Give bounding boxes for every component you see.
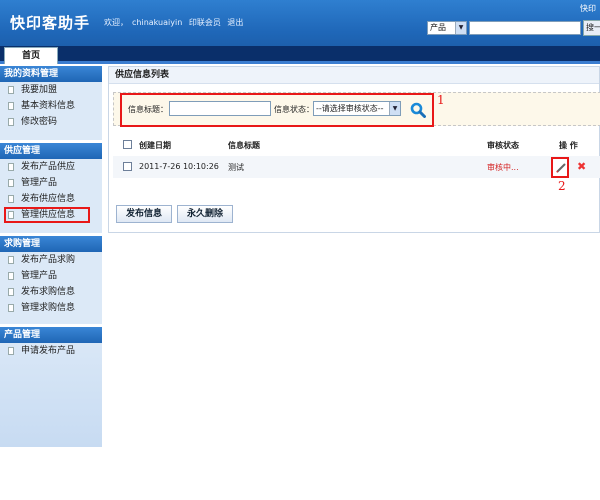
tab-bar: 首页 (0, 46, 600, 64)
table-header: 创建日期 信息标题 审核状态 操 作 (113, 137, 600, 153)
sidebar-section-profile: 我的资料管理 我要加盟 基本资料信息 修改密码 (0, 66, 102, 140)
column-header-created: 创建日期 (139, 141, 171, 150)
sidebar-item-publish-purchase-info[interactable]: 发布求购信息 (0, 284, 102, 300)
pencil-icon (556, 163, 566, 173)
sidebar-item-label: 修改密码 (21, 117, 58, 127)
tab-home[interactable]: 首页 (4, 47, 58, 64)
sidebar-item-manage-supply-info[interactable]: 管理供应信息 (4, 207, 90, 223)
sidebar-section-title[interactable]: 我的资料管理 (0, 66, 102, 82)
sidebar-item-label: 发布供应信息 (21, 194, 76, 204)
document-icon (8, 272, 14, 280)
sidebar-item-label: 基本资料信息 (21, 101, 76, 111)
document-icon (8, 102, 14, 110)
sidebar-section-title[interactable]: 产品管理 (0, 327, 102, 343)
title-filter-label: 信息标题： (128, 105, 168, 114)
sidebar-section-title[interactable]: 供应管理 (0, 143, 102, 159)
document-icon (8, 179, 14, 187)
sidebar: 我的资料管理 我要加盟 基本资料信息 修改密码 供应管理 发布产品供应 管理产品… (0, 66, 102, 500)
sidebar-item-label: 管理产品 (21, 271, 58, 281)
document-icon (8, 288, 14, 296)
sidebar-item-publish-product-supply[interactable]: 发布产品供应 (0, 159, 102, 175)
status-filter-select[interactable]: --请选择审核状态-- ▼ (313, 101, 401, 116)
sidebar-item-basic-info[interactable]: 基本资料信息 (0, 98, 102, 114)
supply-info-panel: 供应信息列表 信息标题： 信息状态： --请选择审核状态-- ▼ 1 创建日期 … (108, 66, 600, 233)
annotation-marker-2: 2 (558, 179, 566, 193)
member-link[interactable]: 印联会员 (189, 18, 221, 27)
delete-permanently-button[interactable]: 永久删除 (177, 205, 233, 223)
document-icon (8, 195, 14, 203)
annotation-marker-1: 1 (437, 93, 445, 107)
logout-link[interactable]: 退出 (227, 18, 243, 27)
sidebar-item-join[interactable]: 我要加盟 (0, 82, 102, 98)
document-icon (8, 118, 14, 126)
chevron-down-icon: ▼ (455, 22, 466, 34)
sidebar-item-manage-products[interactable]: 管理产品 (0, 175, 102, 191)
sidebar-section-products: 产品管理 申请发布产品 (0, 327, 102, 447)
row-checkbox[interactable] (123, 162, 132, 171)
sidebar-item-label: 申请发布产品 (21, 346, 76, 356)
sidebar-item-manage-products[interactable]: 管理产品 (0, 268, 102, 284)
welcome-text: 欢迎， (104, 18, 128, 27)
chevron-down-icon: ▼ (389, 102, 400, 115)
document-icon (8, 86, 14, 94)
column-header-ops: 操 作 (559, 141, 578, 150)
document-icon (8, 163, 14, 171)
search-button[interactable]: 搜一 (583, 20, 600, 36)
filter-bar: 信息标题： 信息状态： --请选择审核状态-- ▼ 1 (113, 92, 600, 127)
sidebar-section-purchase: 求购管理 发布产品求购 管理产品 发布求购信息 管理求购信息 (0, 236, 102, 324)
select-all-checkbox[interactable] (123, 140, 132, 149)
sidebar-item-label: 我要加盟 (21, 85, 58, 95)
sidebar-item-manage-purchase-info[interactable]: 管理求购信息 (0, 300, 102, 316)
top-header: 快印客助手 欢迎， chinakuaiyin 印联会员 退出 快印 产品 ▼ 搜一 (0, 0, 600, 46)
welcome-bar: 欢迎， chinakuaiyin 印联会员 退出 (104, 17, 247, 28)
status-badge: 审核中... (487, 163, 519, 172)
status-filter-label: 信息状态： (274, 105, 314, 114)
document-icon (8, 304, 14, 312)
sidebar-item-publish-supply-info[interactable]: 发布供应信息 (0, 191, 102, 207)
edit-button[interactable] (551, 157, 569, 178)
sidebar-item-label: 发布产品供应 (21, 162, 76, 172)
search-category-value: 产品 (430, 23, 446, 32)
sidebar-item-change-password[interactable]: 修改密码 (0, 114, 102, 130)
sidebar-item-label: 发布产品求购 (21, 255, 76, 265)
column-header-status: 审核状态 (487, 141, 519, 150)
username: chinakuaiyin (132, 18, 183, 27)
document-icon (8, 256, 14, 264)
sidebar-section-title[interactable]: 求购管理 (0, 236, 102, 252)
sidebar-section-supply: 供应管理 发布产品供应 管理产品 发布供应信息 管理供应信息 (0, 143, 102, 233)
search-category-select[interactable]: 产品 ▼ (427, 21, 467, 35)
top-right-link[interactable]: 快印 (580, 3, 596, 14)
status-filter-value: --请选择审核状态-- (316, 104, 384, 113)
row-title[interactable]: 测试 (228, 162, 244, 173)
title-filter-input[interactable] (169, 101, 271, 116)
publish-button[interactable]: 发布信息 (116, 205, 172, 223)
sidebar-item-label: 管理求购信息 (21, 303, 76, 313)
search-input[interactable] (469, 21, 581, 35)
sidebar-item-apply-publish-product[interactable]: 申请发布产品 (0, 343, 102, 359)
sidebar-item-label: 发布求购信息 (21, 287, 76, 297)
row-created-date: 2011-7-26 10:10:26 (139, 162, 219, 171)
delete-icon[interactable]: ✖ (577, 161, 586, 172)
page-title: 供应信息列表 (109, 67, 599, 84)
app-logo: 快印客助手 (10, 14, 91, 32)
sidebar-item-publish-product-purchase[interactable]: 发布产品求购 (0, 252, 102, 268)
sidebar-item-label: 管理产品 (21, 178, 58, 188)
sidebar-item-label: 管理供应信息 (21, 210, 76, 220)
column-header-title: 信息标题 (228, 141, 260, 150)
document-icon (8, 347, 14, 355)
search-icon[interactable] (410, 102, 426, 118)
document-icon (8, 211, 14, 219)
table-row: 2011-7-26 10:10:26 测试 审核中... ✖ (113, 156, 600, 178)
